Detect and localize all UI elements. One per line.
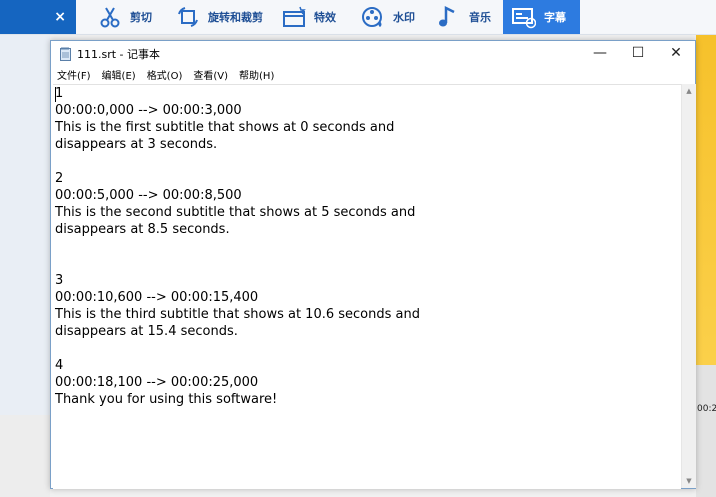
menu-file[interactable]: 文件(F) (57, 67, 91, 82)
video-preview (696, 35, 716, 365)
text-line: disappears at 15.4 seconds. (55, 324, 238, 339)
tool-cut-label: 剪切 (130, 11, 152, 24)
watermark-icon (361, 5, 385, 29)
vertical-scrollbar[interactable]: ▲ ▼ (681, 84, 696, 488)
rotate-crop-icon (176, 5, 200, 29)
close-icon: × (54, 9, 66, 25)
tool-watermark-button[interactable]: 水印 (361, 0, 415, 34)
text-line: 00:00:10,600 --> 00:00:15,400 (55, 290, 259, 305)
scroll-down-icon[interactable]: ▼ (682, 474, 696, 488)
editor-toolbar: × 剪切 旋转和裁剪 特效 水印 音乐 字幕 (0, 0, 716, 35)
close-tab-button[interactable]: × (0, 0, 76, 34)
notepad-icon (60, 46, 72, 61)
tool-subtitle-button[interactable]: 字幕 (503, 0, 580, 34)
maximize-button[interactable]: ☐ (619, 41, 657, 65)
close-button[interactable]: ✕ (657, 41, 695, 65)
tool-subtitle-label: 字幕 (544, 11, 566, 24)
text-line: 00:00:0,000 --> 00:00:3,000 (55, 103, 242, 118)
text-line: This is the third subtitle that shows at… (55, 307, 420, 322)
menu-view[interactable]: 查看(V) (193, 67, 228, 82)
text-line: This is the first subtitle that shows at… (55, 120, 395, 135)
menu-format[interactable]: 格式(O) (147, 67, 183, 82)
subtitle-icon (512, 5, 536, 29)
left-panel-lower (0, 415, 50, 497)
cut-icon (98, 5, 122, 29)
tool-cut-button[interactable]: 剪切 (98, 0, 152, 34)
menu-help[interactable]: 帮助(H) (239, 67, 274, 82)
tool-effects-button[interactable]: 特效 (282, 0, 336, 34)
text-line: disappears at 3 seconds. (55, 137, 218, 152)
text-line: 00:00:18,100 --> 00:00:25,000 (55, 375, 259, 390)
text-line: Thank you for using this software! (55, 392, 278, 407)
window-title: 111.srt - 记事本 (77, 48, 161, 61)
text-line: disappears at 8.5 seconds. (55, 222, 230, 237)
tool-music-label: 音乐 (469, 11, 491, 24)
time-readout: 00:2 (697, 404, 716, 414)
tool-rotate-crop-label: 旋转和裁剪 (208, 11, 263, 24)
tool-watermark-label: 水印 (393, 11, 415, 24)
text-editor[interactable]: 1 00:00:0,000 --> 00:00:3,000 This is th… (53, 84, 681, 489)
timeline-strip (696, 365, 716, 497)
text-line: This is the second subtitle that shows a… (55, 205, 416, 220)
effects-icon (282, 5, 306, 29)
text-line: 3 (55, 273, 64, 288)
tool-effects-label: 特效 (314, 11, 336, 24)
menu-edit[interactable]: 编辑(E) (102, 67, 136, 82)
scroll-up-icon[interactable]: ▲ (682, 84, 696, 98)
title-bar[interactable]: 111.srt - 记事本 — ☐ ✕ (51, 41, 695, 65)
text-line: 1 (55, 86, 64, 101)
text-line: 4 (55, 358, 64, 373)
text-line: 00:00:5,000 --> 00:00:8,500 (55, 188, 242, 203)
music-icon (437, 5, 461, 29)
minimize-button[interactable]: — (581, 41, 619, 65)
menu-bar: 文件(F) 编辑(E) 格式(O) 查看(V) 帮助(H) (51, 65, 695, 84)
left-panel (0, 35, 50, 415)
tool-music-button[interactable]: 音乐 (437, 0, 491, 34)
notepad-window: 111.srt - 记事本 — ☐ ✕ 文件(F) 编辑(E) 格式(O) 查看… (50, 40, 696, 489)
text-line: 2 (55, 171, 64, 186)
tool-rotate-crop-button[interactable]: 旋转和裁剪 (176, 0, 263, 34)
